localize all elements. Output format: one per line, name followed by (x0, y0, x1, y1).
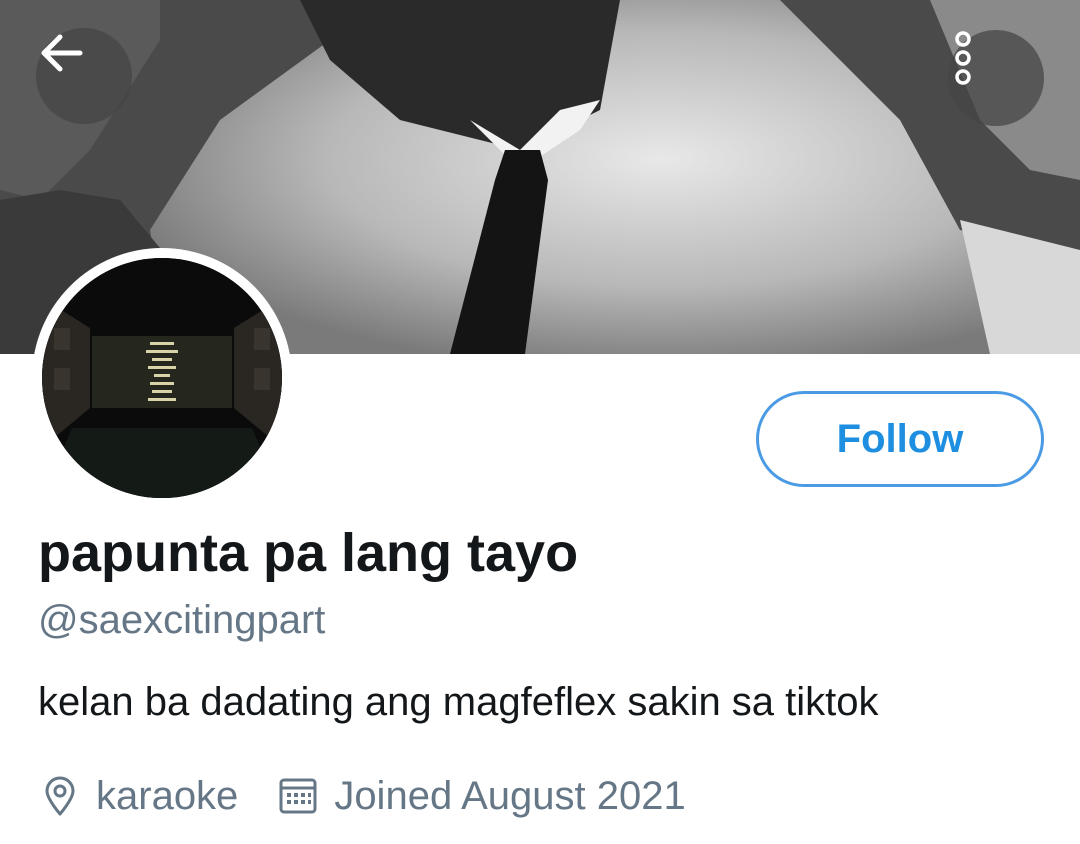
more-options-button[interactable] (948, 30, 1044, 126)
calendar-icon (276, 774, 320, 818)
back-button[interactable] (36, 28, 132, 124)
location-item: karaoke (38, 774, 238, 819)
joined-item: Joined August 2021 (276, 773, 686, 819)
avatar-image (42, 258, 282, 498)
profile-meta: karaoke Joined August 2021 (38, 770, 686, 822)
username-handle: @saexcitingpart (38, 598, 326, 642)
follow-button[interactable]: Follow (756, 391, 1044, 487)
more-vertical-icon (955, 31, 971, 85)
avatar (42, 258, 282, 498)
location-pin-icon (38, 774, 82, 818)
display-name: papunta pa lang tayo (38, 523, 579, 583)
arrow-left-icon (41, 34, 83, 72)
profile-bio: kelan ba dadating ang magfeflex sakin sa… (38, 680, 879, 724)
location-text: karaoke (96, 773, 239, 818)
avatar-container[interactable] (32, 248, 292, 508)
joined-date-text: Joined August 2021 (334, 773, 686, 818)
